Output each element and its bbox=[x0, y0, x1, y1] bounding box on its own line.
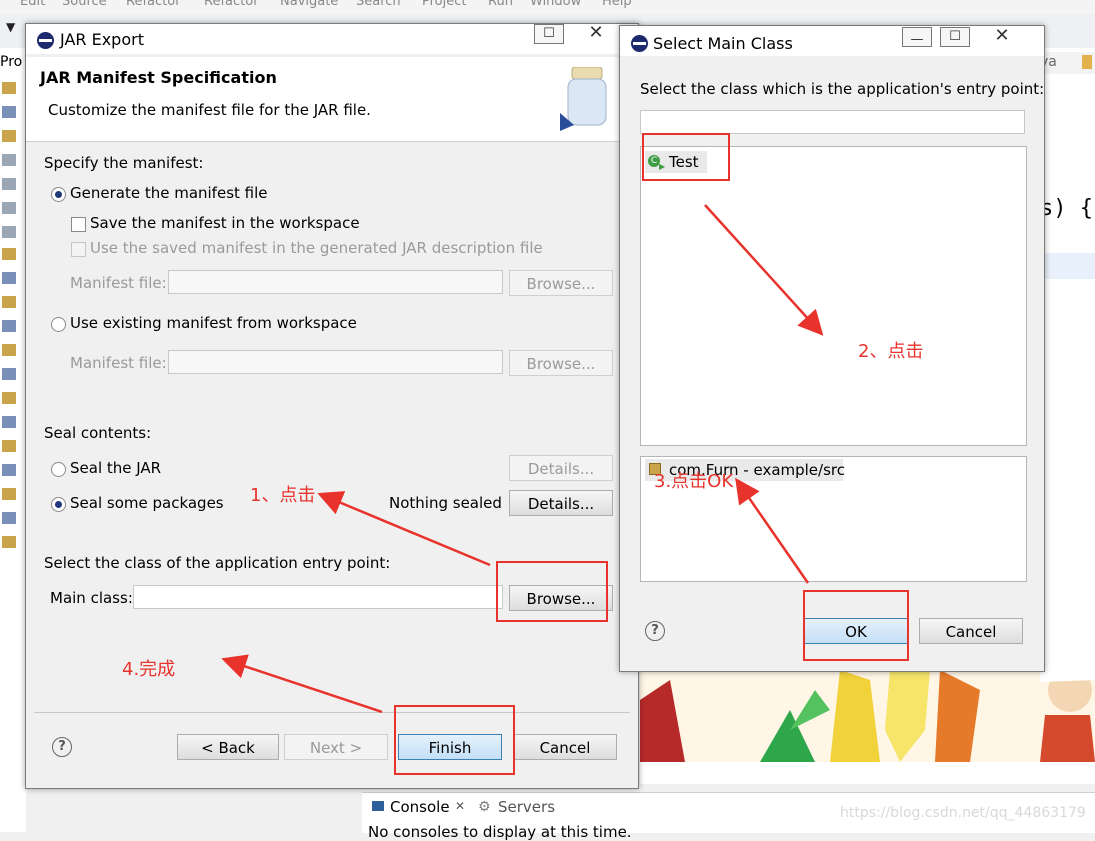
arrow-step-3 bbox=[735, 477, 810, 584]
arrow-step-2 bbox=[704, 204, 824, 336]
arrow-step-1 bbox=[317, 491, 491, 567]
annotation-arrows bbox=[221, 204, 824, 714]
arrow-step-4 bbox=[221, 654, 383, 714]
